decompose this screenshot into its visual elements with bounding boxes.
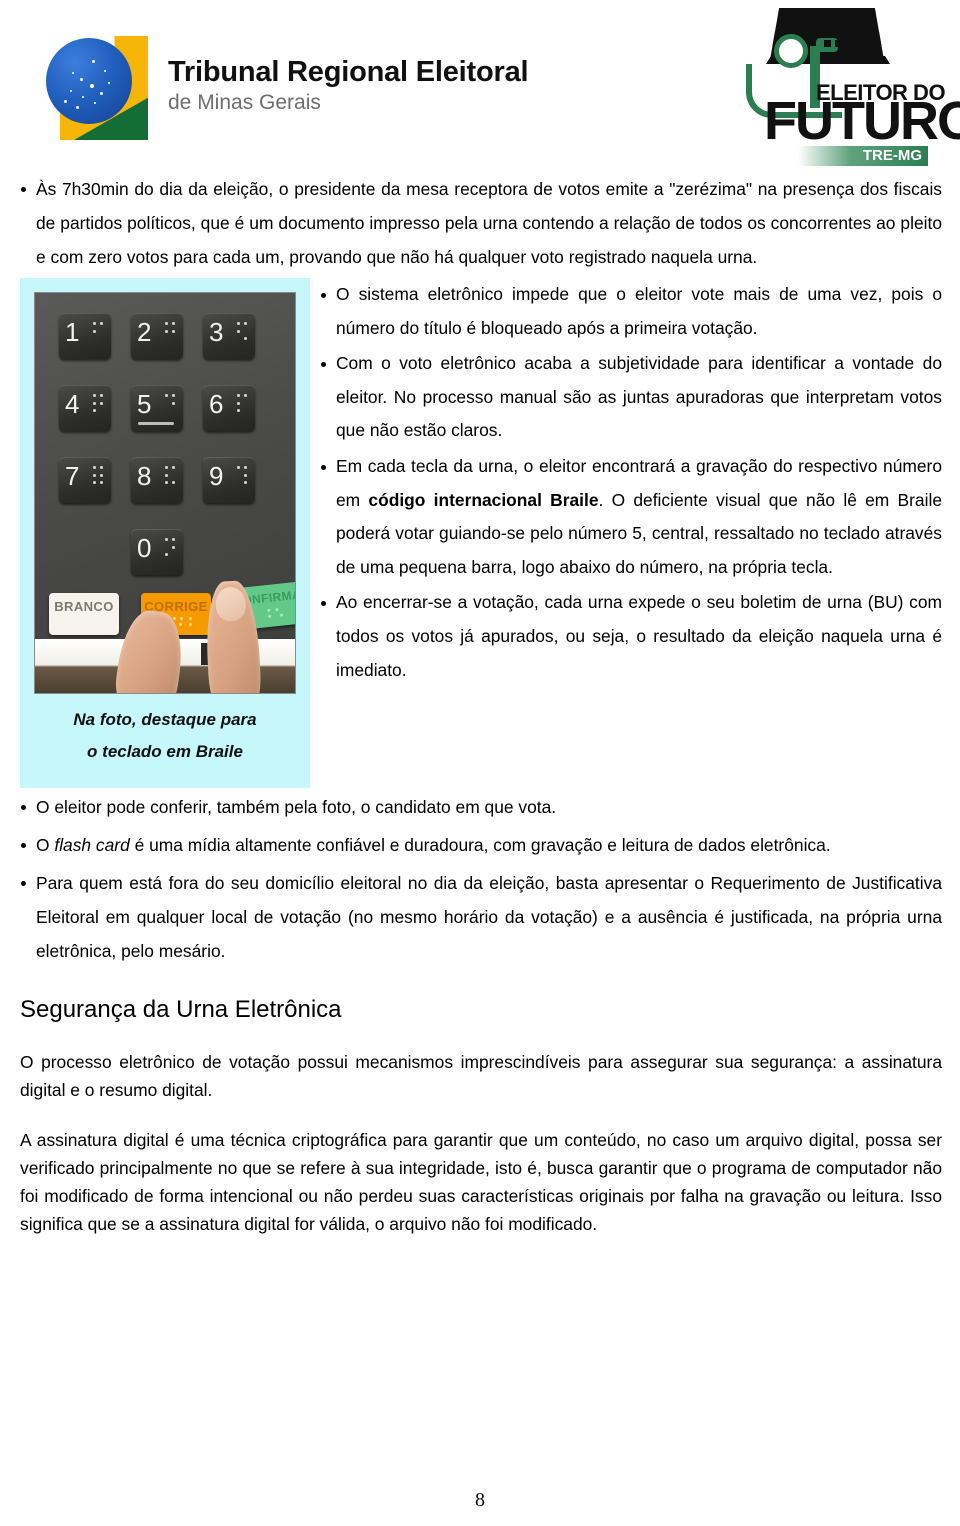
list-item: Às 7h30min do dia da eleição, o presiden… [20,172,942,274]
list-item: O eleitor pode conferir, também pela fot… [20,790,942,824]
key-label: 4 [65,389,80,419]
keypad-key-5[interactable]: 5 [131,385,183,431]
braille-guide-bar [138,422,174,425]
key-label: 5 [137,389,152,419]
keypad-key-branco[interactable]: BRANCO [49,593,119,635]
list-item: O flash card é uma mídia altamente confi… [20,828,942,862]
top-bullet-list: Às 7h30min do dia da eleição, o presiden… [20,172,942,274]
braille-dots-icon [161,320,177,346]
keypad-key-8[interactable]: 8 [131,457,183,503]
section-paragraph-1: O processo eletrônico de votação possui … [20,1052,942,1100]
fingernail [214,586,247,622]
section-heading: Segurança da Urna Eletrônica [20,996,342,1023]
emphasis-bold: código internacional Braile [368,489,599,510]
text-run: Ao encerrar-se a votação, cada urna expe… [336,592,942,680]
list-item: Para quem está fora do seu domicílio ele… [20,866,942,968]
document-page: Tribunal Regional Eleitoral de Minas Ger… [0,0,960,1526]
list-item: Com o voto eletrônico acaba a subjetivid… [320,347,942,448]
tre-mg-wordmark: Tribunal Regional Eleitoral de Minas Ger… [168,56,529,115]
braille-dots-icon [89,320,105,346]
braille-dots-icon [233,464,249,490]
section-paragraph-2: A assinatura digital é uma técnica cript… [20,1130,942,1234]
figure-caption-line1: Na foto, destaque para [73,710,257,729]
page-content: Às 7h30min do dia da eleição, o presiden… [0,172,960,1238]
tre-logo-line2: de Minas Gerais [168,90,321,114]
person-head-icon [774,34,808,68]
futuro-logo-badge-bar: TRE-MG [798,146,928,166]
braille-dots-icon [233,392,249,418]
keypad-key-1[interactable]: 1 [59,313,111,359]
text-run: é uma mídia altamente confiável e durado… [129,835,831,855]
keypad-key-7[interactable]: 7 [59,457,111,503]
key-label: 9 [209,461,224,491]
text-run: Para quem está fora do seu domicílio ele… [36,873,942,961]
braille-dots-icon [161,464,177,490]
braille-dots-icon [233,320,249,346]
keypad-key-6[interactable]: 6 [203,385,255,431]
list-item: O sistema eletrônico impede que o eleito… [320,278,942,345]
brasil-emblem-icon [44,30,152,142]
futuro-logo-badge-text: TRE-MG [862,147,922,164]
below-bullet-list: O eleitor pode conferir, também pela fot… [20,790,942,968]
page-header: Tribunal Regional Eleitoral de Minas Ger… [0,0,960,172]
text-run: O [36,835,55,855]
keypad-photo: 1 2 3 4 5 6 7 8 9 0 BRANCO CORRIGE CONFI… [34,292,296,694]
braille-dots-icon [89,464,105,490]
eleitor-do-futuro-logo: ELEITOR DO FUTURO TRE-MG [736,6,960,166]
right-bullet-list: O sistema eletrônico impede que o eleito… [320,278,942,687]
figure-caption-line2: o teclado em Braile [87,742,243,761]
key-label: 8 [137,461,152,491]
keypad-key-0[interactable]: 0 [131,529,183,575]
key-label: 6 [209,389,224,419]
text-run: O sistema eletrônico impede que o eleito… [336,284,942,338]
braille-dots-icon [89,392,105,418]
braille-dots-icon [161,392,177,418]
right-text-column: O sistema eletrônico impede que o eleito… [320,278,942,687]
key-label: 0 [137,533,152,563]
emblem-stars [46,38,132,124]
figure-and-text-row: 1 2 3 4 5 6 7 8 9 0 BRANCO CORRIGE CONFI… [20,278,942,790]
text-run: Com o voto eletrônico acaba a subjetivid… [336,353,942,441]
keypad-key-4[interactable]: 4 [59,385,111,431]
braille-keypad-figure: 1 2 3 4 5 6 7 8 9 0 BRANCO CORRIGE CONFI… [20,278,310,788]
page-number: 8 [475,1489,485,1511]
list-item: Em cada tecla da urna, o eleitor encontr… [320,450,942,584]
tre-logo-line1: Tribunal Regional Eleitoral [168,56,529,89]
emphasis-italic: flash card [54,835,130,855]
keypad-key-3[interactable]: 3 [203,313,255,359]
tre-mg-logo: Tribunal Regional Eleitoral de Minas Ger… [44,26,529,146]
key-label: 3 [209,317,224,347]
figure-caption: Na foto, destaque para o teclado em Brai… [34,694,296,768]
braille-dots-icon [161,536,177,562]
keypad-key-2[interactable]: 2 [131,313,183,359]
key-label: 1 [65,317,80,347]
keypad-key-9[interactable]: 9 [203,457,255,503]
futuro-logo-line2: FUTURO [764,91,960,151]
key-label: 7 [65,461,80,491]
list-item: Ao encerrar-se a votação, cada urna expe… [320,586,942,687]
key-label: 2 [137,317,152,347]
text-run: O eleitor pode conferir, também pela fot… [36,797,557,817]
